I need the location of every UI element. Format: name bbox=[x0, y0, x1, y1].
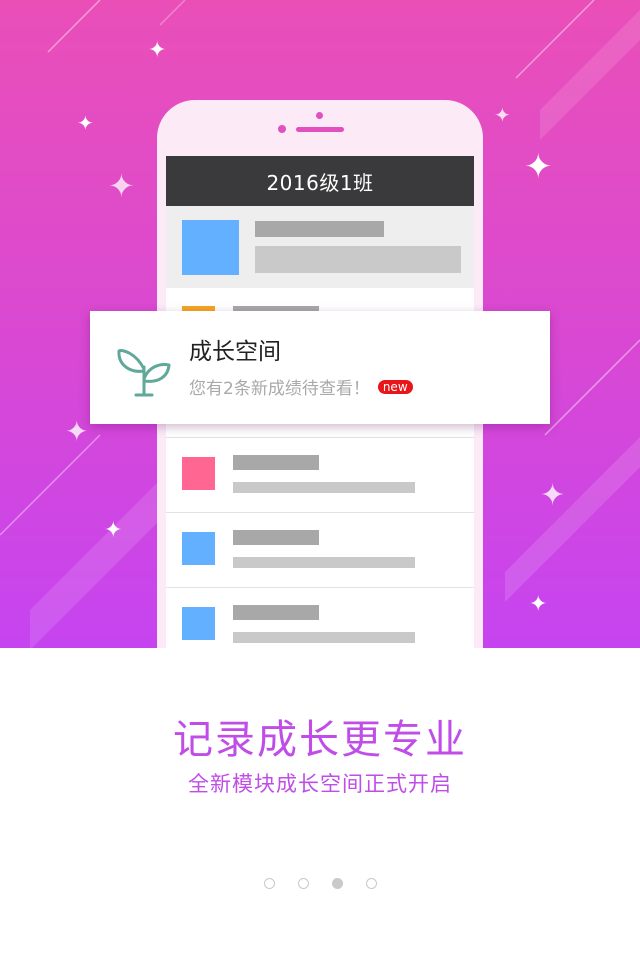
streak-line bbox=[0, 434, 101, 536]
sparkle-icon: ✦ bbox=[104, 518, 123, 543]
placeholder-title-bar bbox=[233, 605, 319, 620]
list-item bbox=[166, 437, 474, 513]
sparkle-icon: ✦ bbox=[529, 592, 548, 617]
streak-band bbox=[540, 10, 640, 140]
streak-line bbox=[544, 339, 640, 436]
phone-speaker bbox=[296, 127, 344, 132]
notification-message-row: 您有2条新成绩待查看！ new bbox=[189, 374, 413, 399]
page-dot-active[interactable] bbox=[331, 878, 343, 889]
sparkle-icon: ✦ bbox=[148, 38, 167, 63]
placeholder-text-bar bbox=[233, 557, 415, 568]
placeholder-text-bar bbox=[233, 482, 415, 493]
sparkle-icon: ✦ bbox=[77, 111, 94, 135]
phone-camera bbox=[278, 125, 286, 133]
placeholder-thumbnail bbox=[182, 457, 215, 490]
streak-line bbox=[515, 0, 595, 79]
page-indicator bbox=[0, 878, 640, 889]
list-item bbox=[166, 512, 474, 588]
sprout-icon bbox=[117, 349, 171, 397]
placeholder-thumbnail bbox=[182, 607, 215, 640]
page-dot[interactable] bbox=[297, 878, 309, 889]
placeholder-thumbnail bbox=[182, 532, 215, 565]
feature-subtitle: 全新模块成长空间正式开启 bbox=[188, 772, 452, 796]
placeholder-text-bar bbox=[255, 246, 461, 273]
placeholder-title-bar bbox=[255, 221, 384, 237]
placeholder-text-bar bbox=[233, 632, 415, 643]
list-item-highlighted bbox=[166, 206, 474, 288]
list-item bbox=[166, 587, 474, 648]
streak-line bbox=[159, 0, 186, 26]
placeholder-thumbnail bbox=[182, 220, 239, 275]
page-dot[interactable] bbox=[365, 878, 377, 889]
growth-space-notification[interactable]: 成长空间 您有2条新成绩待查看！ new bbox=[90, 311, 550, 424]
streak-band bbox=[505, 437, 640, 602]
feature-headline: 记录成长更专业 bbox=[173, 717, 467, 763]
notification-message: 您有2条新成绩待查看！ bbox=[189, 379, 370, 399]
sparkle-icon: ✦ bbox=[65, 415, 89, 448]
hero-banner: ✦ ✦ ✦ ✦ ✦ ✦ ✦ ✦ ✦ 2016级1班 成长空间 您有2条新成绩待查… bbox=[0, 0, 640, 648]
placeholder-title-bar bbox=[233, 530, 319, 545]
streak-band bbox=[30, 480, 160, 648]
new-badge: new bbox=[377, 379, 413, 394]
placeholder-title-bar bbox=[233, 455, 319, 470]
page-dot[interactable] bbox=[263, 878, 275, 889]
streak-line bbox=[47, 0, 101, 53]
sparkle-icon: ✦ bbox=[494, 103, 511, 127]
phone-sensor bbox=[316, 112, 323, 119]
sparkle-icon: ✦ bbox=[524, 147, 553, 187]
notification-title: 成长空间 bbox=[189, 339, 281, 365]
sparkle-icon: ✦ bbox=[108, 167, 135, 205]
sparkle-icon: ✦ bbox=[540, 478, 566, 513]
screen-header: 2016级1班 bbox=[166, 156, 474, 206]
